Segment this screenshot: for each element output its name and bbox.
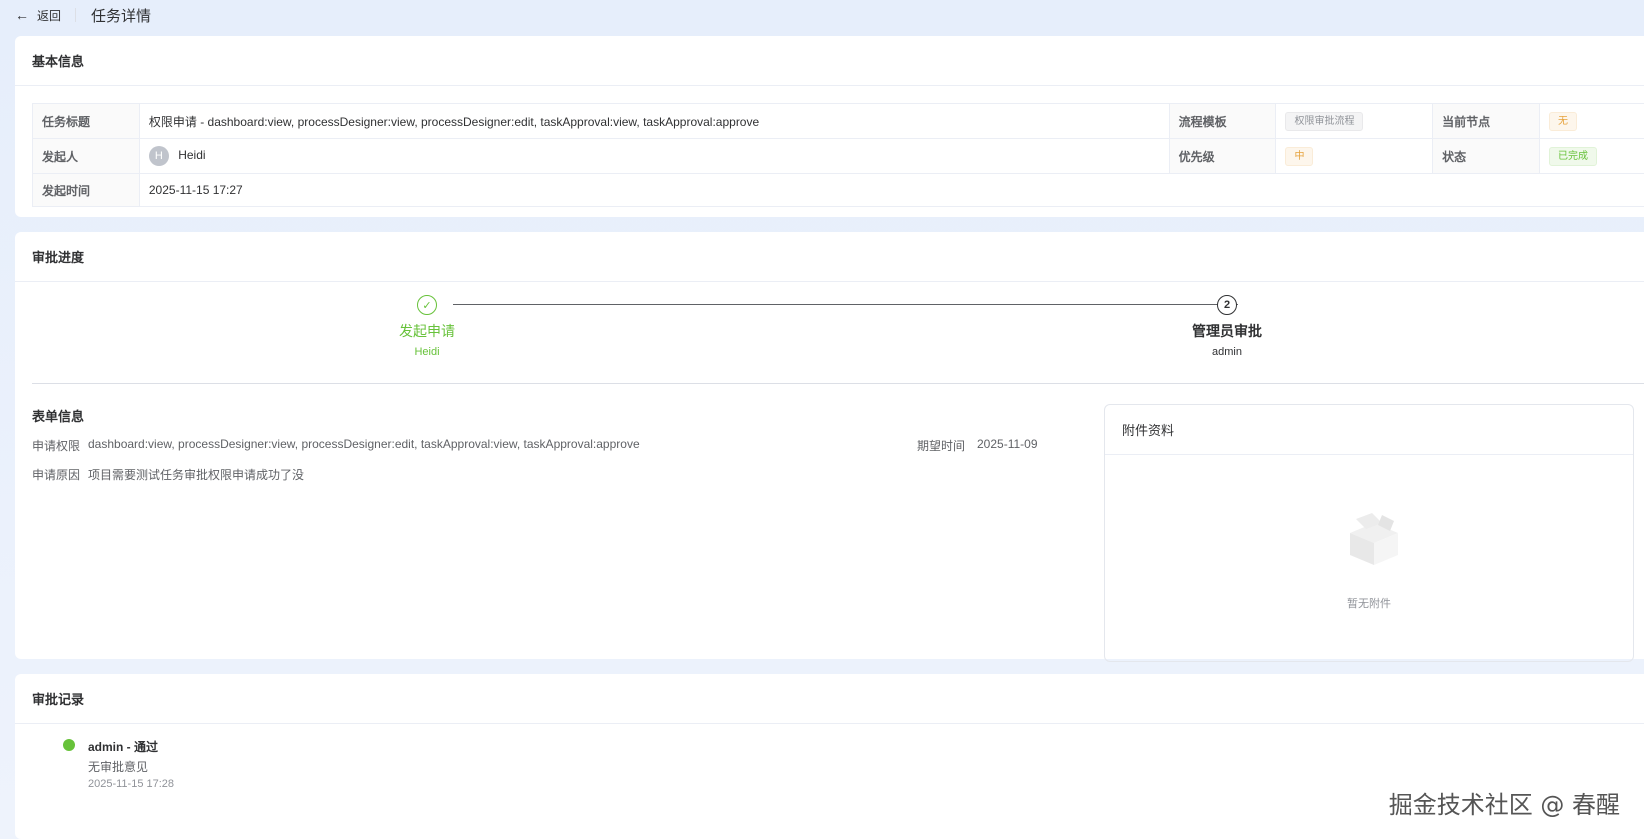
avatar: H xyxy=(148,146,169,166)
task-title-value: 权限申请 - dashboard:view, processDesigner:v… xyxy=(138,103,1170,139)
back-label: 返回 xyxy=(37,8,62,23)
basic-info-header: 基本信息 xyxy=(15,36,1644,86)
empty-text: 暂无附件 xyxy=(1347,598,1391,610)
status-label: 状态 xyxy=(1432,138,1540,174)
step-user: Heidi xyxy=(414,346,440,358)
empty-box-icon xyxy=(1350,513,1398,565)
divider xyxy=(75,8,77,22)
reason-value: 项目需要测试任务审批权限申请成功了没 xyxy=(88,468,305,482)
attachments-header: 附件资料 xyxy=(1105,405,1633,455)
current-node-tag: 无 xyxy=(1548,111,1577,131)
priority-tag: 中 xyxy=(1285,146,1314,166)
step-number: 2 xyxy=(1217,295,1237,315)
basic-info-card: 基本信息 任务标题 权限申请 - dashboard:view, process… xyxy=(15,36,1644,217)
timeline-dot xyxy=(63,739,75,751)
expect-time-value: 2025-11-09 xyxy=(977,437,1038,451)
priority-label: 优先级 xyxy=(1168,138,1277,174)
record-comment: 无审批意见 xyxy=(88,760,149,774)
step-admin-approve: 2 管理员审批 admin xyxy=(1157,295,1297,358)
template-tag: 权限审批流程 xyxy=(1285,111,1364,131)
check-icon: ✓ xyxy=(417,295,437,315)
step-user: admin xyxy=(1212,346,1242,358)
template-label: 流程模板 xyxy=(1168,103,1277,139)
page-title: 任务详情 xyxy=(91,7,152,25)
form-info-title: 表单信息 xyxy=(32,409,85,424)
expect-time-label: 期望时间 xyxy=(917,439,966,453)
step-name: 管理员审批 xyxy=(1192,323,1262,339)
reason-label: 申请原因 xyxy=(32,468,81,482)
progress-header: 审批进度 xyxy=(15,232,1644,282)
perm-label: 申请权限 xyxy=(32,439,81,453)
approval-steps: ✓ 发起申请 Heidi 2 管理员审批 admin xyxy=(15,282,1644,382)
task-title-label: 任务标题 xyxy=(32,103,140,139)
attachments-panel: 附件资料 暂无附件 xyxy=(1104,404,1634,662)
step-name: 发起申请 xyxy=(399,323,455,339)
record-title: admin - 通过 xyxy=(88,740,159,754)
current-node-label: 当前节点 xyxy=(1432,103,1540,139)
record-time: 2025-11-15 17:28 xyxy=(88,778,175,790)
basic-info-table: 任务标题 权限申请 - dashboard:view, processDesig… xyxy=(32,103,1644,207)
progress-card: 审批进度 ✓ 发起申请 Heidi 2 管理员审批 admin 表单信息 申请权… xyxy=(15,232,1644,662)
top-bar: ← 返回 任务详情 xyxy=(0,0,1644,30)
arrow-left-icon: ← xyxy=(15,7,29,23)
perm-value: dashboard:view, processDesigner:view, pr… xyxy=(88,437,640,451)
start-time-value: 2025-11-15 17:27 xyxy=(138,173,1644,207)
start-time-label: 发起时间 xyxy=(32,173,140,207)
back-button[interactable]: ← 返回 xyxy=(15,7,61,24)
step-connector xyxy=(453,304,1238,305)
status-badge: 已完成 xyxy=(1548,146,1597,166)
records-header: 审批记录 xyxy=(15,674,1644,724)
step-submit: ✓ 发起申请 Heidi xyxy=(357,295,497,358)
initiator-label: 发起人 xyxy=(32,138,140,174)
divider xyxy=(32,383,1644,384)
watermark: 掘金技术社区 @ 春醒 xyxy=(1388,791,1620,819)
initiator-value: Heidi xyxy=(178,148,206,163)
